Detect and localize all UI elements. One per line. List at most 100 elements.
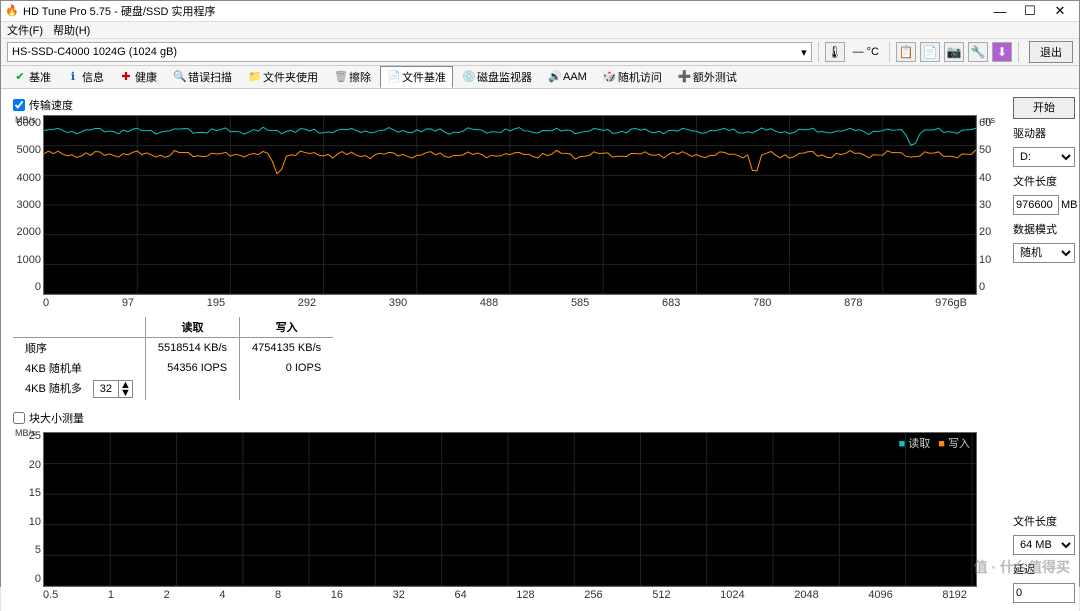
- chart1: [43, 115, 977, 295]
- table-row: 顺序 5518514 KB/s 4754135 KB/s: [13, 338, 333, 359]
- table-row: 4KB 随机多 ▲▼: [13, 378, 333, 400]
- tab-label: 文件基准: [402, 69, 446, 85]
- side-panel: 开始 驱动器 D: 文件长度 MB 数据模式 随机 文件长度 64 MB 延迟: [1009, 89, 1079, 611]
- temperature-icon[interactable]: 🌡: [825, 42, 845, 62]
- transfer-speed-checkbox-row: 传输速度: [13, 97, 997, 113]
- queue-depth-input[interactable]: [94, 383, 118, 395]
- row-4k-single-write: 0 IOPS: [240, 358, 334, 378]
- temp-value: — °C: [849, 46, 883, 58]
- watermark: 值 · 什么值得买: [974, 557, 1070, 577]
- minimize-button[interactable]: —: [985, 1, 1015, 21]
- row-seq-read: 5518514 KB/s: [145, 338, 239, 359]
- close-button[interactable]: ✕: [1045, 1, 1075, 21]
- tab-信息[interactable]: ℹ信息: [60, 66, 111, 88]
- row-seq-label: 顺序: [13, 338, 145, 359]
- blocksize-checkbox-row: 块大小测量: [13, 410, 997, 426]
- dropdown-icon: ▾: [801, 46, 807, 59]
- tab-label: 擦除: [349, 69, 371, 85]
- maximize-button[interactable]: ☐: [1015, 1, 1045, 21]
- tab-label: 健康: [135, 69, 157, 85]
- legend-write: 写入: [938, 435, 970, 451]
- chart1-yaxis-left: 6000500040003000200010000: [13, 115, 43, 295]
- tab-label: 磁盘监视器: [477, 69, 532, 85]
- filelen2-dropdown[interactable]: 64 MB: [1013, 535, 1075, 555]
- app-window: 🔥 HD Tune Pro 5.75 - 硬盘/SSD 实用程序 — ☐ ✕ 文…: [0, 0, 1080, 587]
- tab-icon: 💿: [462, 71, 474, 83]
- start-button[interactable]: 开始: [1013, 97, 1075, 119]
- copy-icon[interactable]: 📋: [896, 42, 916, 62]
- tab-icon: 🎲: [603, 71, 615, 83]
- drive-select-value: HS-SSD-C4000 1024G (1024 gB): [12, 46, 177, 58]
- tab-icon: 🔊: [548, 71, 560, 83]
- chart1-yaxis-right: 6050403020100: [977, 115, 997, 295]
- tab-文件基准[interactable]: 📄文件基准: [380, 66, 453, 88]
- chart2-xaxis: 0.512481632641282565121024204840968192: [13, 587, 997, 603]
- tab-icon: 📄: [387, 71, 399, 83]
- tab-错误扫描[interactable]: 🔍错误扫描: [166, 66, 239, 88]
- tab-icon: 🔍: [173, 71, 185, 83]
- row-4k-single-label: 4KB 随机单: [13, 358, 145, 378]
- toolbar: HS-SSD-C4000 1024G (1024 gB) ▾ 🌡 — °C 📋 …: [1, 39, 1079, 66]
- queue-depth-spinner[interactable]: ▲▼: [93, 380, 133, 398]
- tab-基准[interactable]: ✔基准: [7, 66, 58, 88]
- table-header-write: 写入: [240, 317, 334, 338]
- tab-icon: ✔: [14, 71, 26, 83]
- tab-label: 文件夹使用: [263, 69, 318, 85]
- transfer-speed-checkbox[interactable]: [13, 99, 25, 111]
- menubar: 文件(F) 帮助(H): [1, 22, 1079, 39]
- main-panel: 传输速度 MB/s ms 6000500040003000200010000 6…: [1, 89, 1009, 611]
- paste-icon[interactable]: 📄: [920, 42, 940, 62]
- exit-button[interactable]: 退出: [1029, 41, 1073, 63]
- tab-label: AAM: [563, 71, 587, 83]
- drive-label: 驱动器: [1013, 125, 1075, 141]
- tab-磁盘监视器[interactable]: 💿磁盘监视器: [455, 66, 539, 88]
- titlebar: 🔥 HD Tune Pro 5.75 - 硬盘/SSD 实用程序 — ☐ ✕: [1, 1, 1079, 22]
- screenshot-icon[interactable]: 📷: [944, 42, 964, 62]
- content: 传输速度 MB/s ms 6000500040003000200010000 6…: [1, 89, 1079, 611]
- tab-icon: ➕: [678, 71, 690, 83]
- tab-icon: 📁: [248, 71, 260, 83]
- settings-icon[interactable]: 🔧: [968, 42, 988, 62]
- transfer-speed-label: 传输速度: [29, 97, 73, 113]
- window-title: HD Tune Pro 5.75 - 硬盘/SSD 实用程序: [23, 3, 985, 19]
- chart2-legend: 读取 写入: [899, 435, 970, 451]
- legend-read: 读取: [899, 435, 931, 451]
- chart1-xaxis: 097195292390488585683780878976gB: [13, 295, 997, 311]
- table-header-blank: [13, 317, 145, 338]
- chart1-ylabel-left: MB/s: [15, 115, 36, 125]
- tab-文件夹使用[interactable]: 📁文件夹使用: [241, 66, 325, 88]
- blocksize-label: 块大小测量: [29, 410, 84, 426]
- tab-label: 错误扫描: [188, 69, 232, 85]
- row-4k-single-read: 54356 IOPS: [145, 358, 239, 378]
- menu-help[interactable]: 帮助(H): [53, 22, 90, 38]
- chart1-svg: [44, 116, 976, 294]
- delay-input[interactable]: [1013, 583, 1075, 603]
- chart2-ylabel-left: MB/s: [15, 428, 36, 438]
- row-seq-write: 4754135 KB/s: [240, 338, 334, 359]
- blocksize-checkbox[interactable]: [13, 412, 25, 424]
- drive-select[interactable]: HS-SSD-C4000 1024G (1024 gB) ▾: [7, 42, 812, 62]
- tab-label: 额外测试: [693, 69, 737, 85]
- table-header-read: 读取: [145, 317, 239, 338]
- row-4k-multi-label: 4KB 随机多 ▲▼: [13, 378, 145, 400]
- save-icon[interactable]: ⬇: [992, 42, 1012, 62]
- drive-dropdown[interactable]: D:: [1013, 147, 1075, 167]
- tab-擦除[interactable]: 🗑擦除: [327, 66, 378, 88]
- tab-label: 信息: [82, 69, 104, 85]
- tab-健康[interactable]: ✚健康: [113, 66, 164, 88]
- tab-AAM[interactable]: 🔊AAM: [541, 68, 594, 86]
- tab-随机访问[interactable]: 🎲随机访问: [596, 66, 669, 88]
- tabbar: ✔基准ℹ信息✚健康🔍错误扫描📁文件夹使用🗑擦除📄文件基准💿磁盘监视器🔊AAM🎲随…: [1, 66, 1079, 89]
- chart1-wrap: MB/s ms 6000500040003000200010000 605040…: [13, 115, 997, 295]
- results-table: 读取 写入 顺序 5518514 KB/s 4754135 KB/s 4KB 随…: [13, 317, 333, 400]
- chart1-ylabel-right: ms: [983, 115, 995, 125]
- menu-file[interactable]: 文件(F): [7, 22, 43, 38]
- tab-icon: ℹ: [67, 71, 79, 83]
- datamode-dropdown[interactable]: 随机: [1013, 243, 1075, 263]
- filelen2-label: 文件长度: [1013, 513, 1075, 529]
- filelen-input[interactable]: [1013, 195, 1059, 215]
- tab-额外测试[interactable]: ➕额外测试: [671, 66, 744, 88]
- filelen-unit: MB: [1061, 199, 1078, 211]
- tab-label: 基准: [29, 69, 51, 85]
- chart2: 读取 写入: [43, 432, 977, 587]
